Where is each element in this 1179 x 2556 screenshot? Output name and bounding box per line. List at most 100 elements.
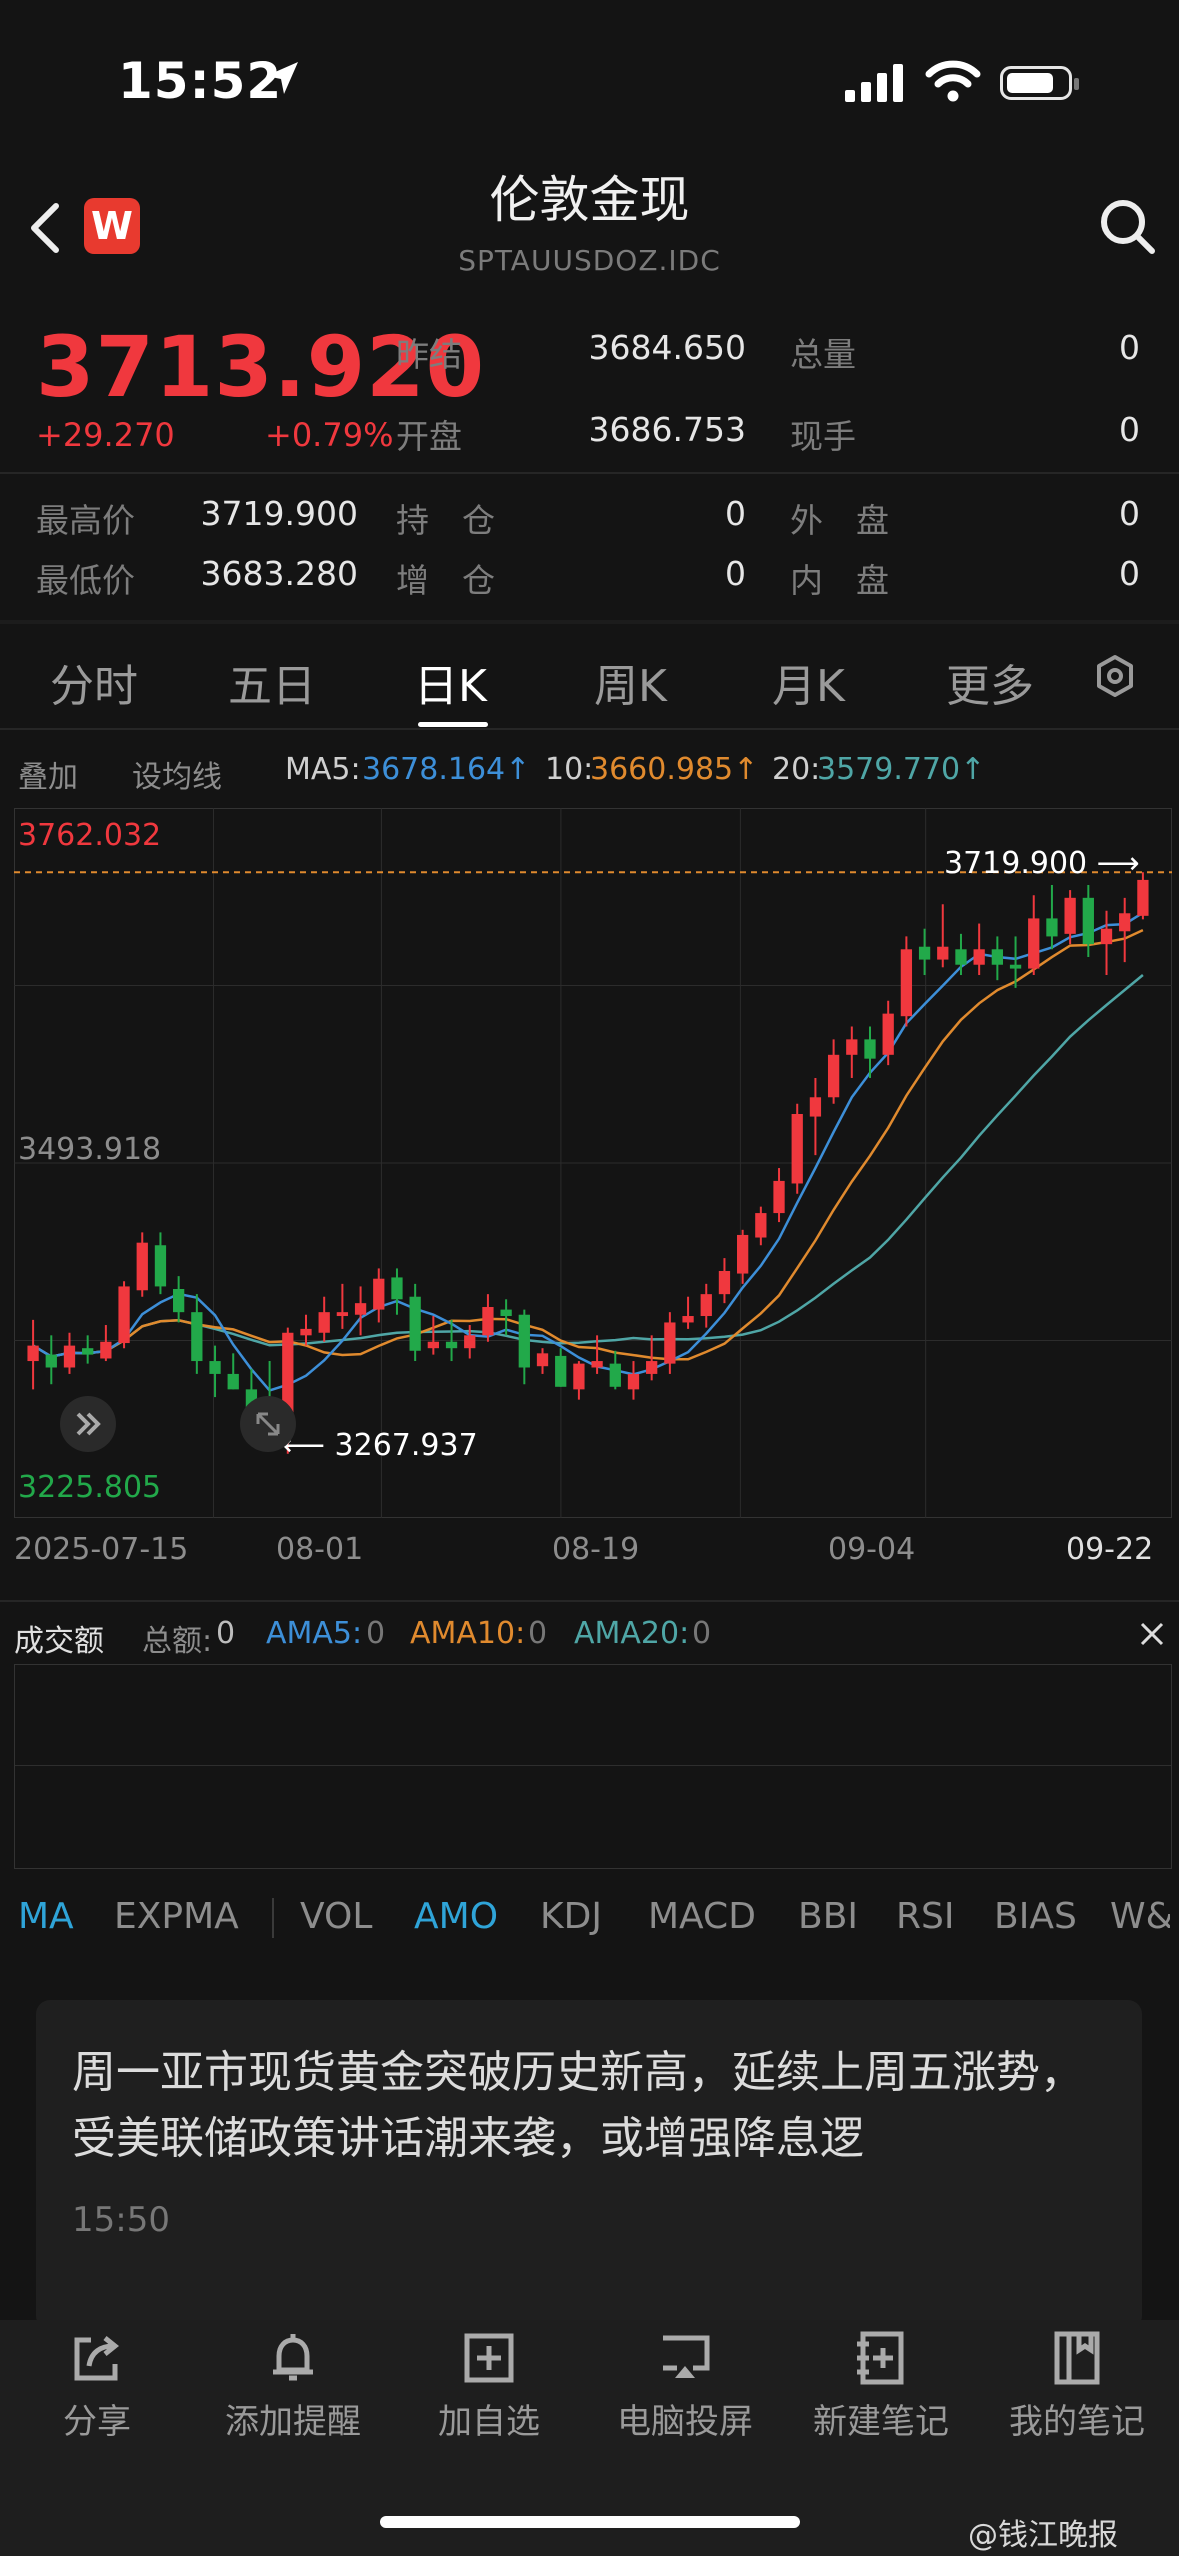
candle-body <box>809 1097 822 1117</box>
search-icon[interactable] <box>1098 197 1158 257</box>
candle-body <box>682 1316 694 1323</box>
candle-body <box>209 1361 221 1374</box>
indicator-rsi[interactable]: RSI <box>896 1896 954 1937</box>
overlay-button[interactable]: 叠加 <box>18 752 78 796</box>
indicator-kdj[interactable]: KDJ <box>540 1896 602 1937</box>
expand-arrows-icon <box>256 1412 280 1436</box>
new-note-label: 新建笔记 <box>813 2402 949 2442</box>
candle-body <box>173 1288 185 1313</box>
high-label: 最高价 <box>36 501 135 540</box>
ama10-label: AMA10: <box>410 1616 526 1651</box>
candle-body <box>391 1277 403 1300</box>
candle-body <box>100 1341 112 1359</box>
add-watchlist-label: 加自选 <box>438 2402 540 2442</box>
close-icon[interactable] <box>1138 1620 1166 1648</box>
ma10-line <box>32 928 1144 1361</box>
candle-body <box>373 1278 385 1310</box>
open-label: 开盘 <box>396 417 462 456</box>
my-notes-button[interactable]: 我的笔记 <box>982 2330 1172 2443</box>
ama20-value: 0 <box>692 1616 712 1651</box>
candle-body <box>918 946 931 960</box>
turnover-chart <box>14 1664 1172 1869</box>
candle-body <box>536 1353 549 1367</box>
status-time: 15:52 <box>118 52 283 110</box>
screen-cast-button[interactable]: 电脑投屏 <box>590 2330 780 2443</box>
fullscreen-button[interactable] <box>240 1396 296 1452</box>
settings-gear-icon[interactable] <box>1093 654 1137 698</box>
candle-body <box>1046 918 1058 937</box>
x-tick: 2025-07-15 <box>14 1532 189 1567</box>
wifi-icon <box>925 60 981 102</box>
inner-value: 0 <box>1119 554 1140 593</box>
add-square-icon <box>464 2333 514 2383</box>
candle-body <box>336 1312 349 1317</box>
price-change: +29.270 <box>36 416 175 454</box>
candle-body <box>227 1373 239 1390</box>
tab-weekly-k[interactable]: 周K <box>594 650 667 714</box>
tab-more[interactable]: 更多 <box>946 650 1034 714</box>
candle-body <box>755 1213 767 1238</box>
prev-close-label: 昨结 <box>396 335 462 374</box>
add-label: 增 仓 <box>396 561 495 600</box>
x-tick: 09-04 <box>828 1532 916 1567</box>
indicator-macd[interactable]: MACD <box>648 1896 756 1937</box>
indicator-vol[interactable]: VOL <box>300 1896 372 1937</box>
tab-five-day[interactable]: 五日 <box>228 650 316 714</box>
screen-cast-icon <box>663 2335 710 2378</box>
min-price-marker: ⟵ 3267.937 <box>282 1428 478 1463</box>
low-value: 3683.280 <box>200 554 358 593</box>
expand-left-button[interactable] <box>60 1396 116 1452</box>
indicator-bbi[interactable]: BBI <box>798 1896 858 1937</box>
add-watchlist-button[interactable]: 加自选 <box>394 2330 584 2443</box>
y-min-label: 3225.805 <box>18 1470 162 1505</box>
candle-body <box>409 1296 421 1351</box>
outer-label: 外 盘 <box>790 501 889 540</box>
candle-body <box>827 1054 840 1098</box>
candle-body <box>882 1013 894 1055</box>
volume-label: 总量 <box>790 335 856 374</box>
candle-body <box>555 1355 567 1387</box>
candle-body <box>955 949 967 965</box>
ma20-label: 20: <box>772 752 821 787</box>
open-value: 3686.753 <box>588 410 746 449</box>
max-price-marker: 3719.900 ⟶ <box>944 846 1140 881</box>
tab-intraday[interactable]: 分时 <box>50 650 138 714</box>
share-button[interactable]: 分享 <box>2 2330 192 2443</box>
candle-body <box>118 1286 130 1344</box>
bell-icon <box>273 2334 313 2381</box>
candle-body <box>846 1039 858 1055</box>
ama5-value: 0 <box>366 1616 386 1651</box>
battery-icon <box>1000 66 1079 100</box>
ma5-label: MA5: <box>285 752 361 787</box>
candle-body <box>318 1312 330 1333</box>
turnover-total-value: 0 <box>216 1616 236 1651</box>
share-label: 分享 <box>63 2402 131 2442</box>
indicator-ma[interactable]: MA <box>18 1896 74 1937</box>
news-headline[interactable]: 周一亚市现货黄金突破历史新高，延续上周五涨势，受美联储政策讲话潮来袭，或增强降息… <box>72 2040 1112 2172</box>
candle-body <box>136 1242 148 1291</box>
location-arrow-icon <box>266 62 298 94</box>
add-alert-button[interactable]: 添加提醒 <box>198 2330 388 2443</box>
hand-value: 0 <box>1119 410 1140 449</box>
tab-monthly-k[interactable]: 月K <box>772 650 845 714</box>
x-tick: 08-01 <box>276 1532 364 1567</box>
kline-chart[interactable] <box>14 808 1172 1518</box>
indicator-more[interactable]: W& <box>1110 1896 1170 1937</box>
ma5-value: 3678.164↑ <box>362 752 531 787</box>
set-ma-button[interactable]: 设均线 <box>132 752 222 796</box>
candle-body <box>464 1335 476 1349</box>
divider <box>272 1898 274 1938</box>
new-note-button[interactable]: 新建笔记 <box>786 2330 976 2443</box>
candle-body <box>973 949 985 965</box>
active-tab-indicator <box>418 722 488 727</box>
candle-body <box>627 1373 640 1390</box>
indicator-expma[interactable]: EXPMA <box>114 1896 239 1937</box>
screen-cast-label: 电脑投屏 <box>617 2402 753 2442</box>
x-tick: 09-22 <box>1066 1532 1154 1567</box>
indicator-amo[interactable]: AMO <box>414 1896 498 1937</box>
indicator-bias[interactable]: BIAS <box>994 1896 1077 1937</box>
news-time: 15:50 <box>72 2200 170 2240</box>
candle-body <box>354 1303 367 1315</box>
candle-body <box>773 1180 785 1214</box>
tab-daily-k[interactable]: 日K <box>414 650 487 714</box>
